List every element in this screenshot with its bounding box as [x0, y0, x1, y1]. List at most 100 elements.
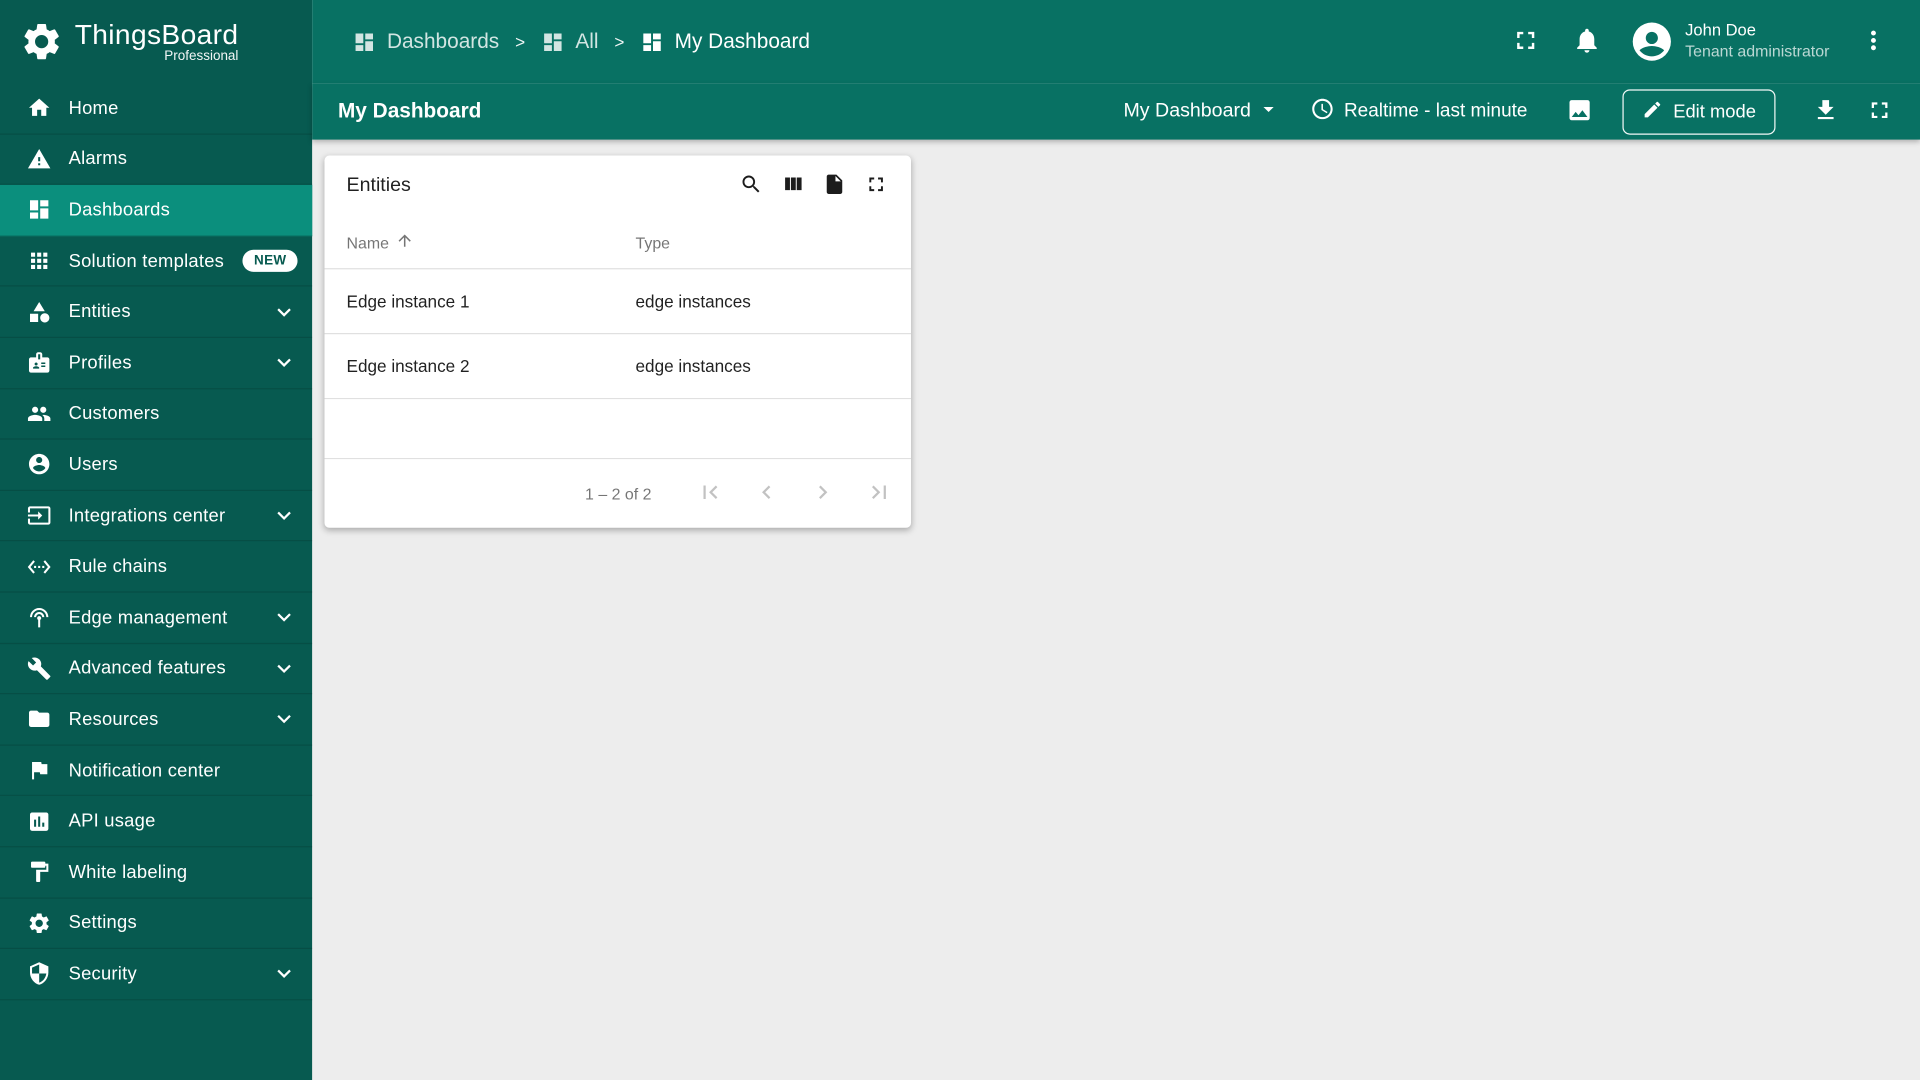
- app-subtitle: Professional: [164, 49, 239, 64]
- sidebar-item-alarms[interactable]: Alarms: [0, 134, 313, 186]
- main-area: Dashboards > All > My Dashboard John Doe…: [312, 0, 1920, 1080]
- dashboards-icon: [640, 30, 663, 53]
- nav-label: Resources: [68, 708, 159, 730]
- chevron-down-icon: [271, 298, 298, 325]
- sidebar-item-solution-templates[interactable]: Solution templates NEW: [0, 236, 313, 287]
- crumb-label: My Dashboard: [674, 29, 811, 53]
- sidebar: ThingsBoard Professional Home Alarms Das…: [0, 0, 313, 1080]
- fullscreen-button[interactable]: [1501, 17, 1550, 66]
- user-name: John Doe: [1685, 21, 1756, 40]
- edit-mode-label: Edit mode: [1673, 101, 1756, 122]
- sidebar-nav: Home Alarms Dashboards Solution template…: [0, 83, 313, 1080]
- nav-label: Alarms: [68, 148, 128, 170]
- column-header-type[interactable]: Type: [636, 233, 889, 251]
- sidebar-item-home[interactable]: Home: [0, 83, 313, 135]
- sidebar-item-white-labeling[interactable]: White labeling: [0, 847, 313, 899]
- first-page-button[interactable]: [686, 469, 735, 518]
- sidebar-item-security[interactable]: Security: [0, 949, 313, 1001]
- columns-button[interactable]: [774, 168, 811, 205]
- nav-label: Home: [68, 97, 119, 119]
- nav-label: Dashboards: [68, 199, 171, 221]
- flag-icon: [27, 758, 51, 782]
- cell-name: Edge instance 2: [346, 356, 470, 376]
- antenna-icon: [27, 605, 51, 629]
- nav-label: Notification center: [68, 759, 221, 781]
- sidebar-item-rule-chains[interactable]: Rule chains: [0, 542, 313, 593]
- sidebar-item-integrations-center[interactable]: Integrations center: [0, 491, 313, 542]
- sidebar-item-settings[interactable]: Settings: [0, 898, 313, 950]
- download-button[interactable]: [1805, 91, 1847, 133]
- nav-label: Users: [68, 454, 118, 476]
- edit-mode-button[interactable]: Edit mode: [1623, 88, 1776, 135]
- more-menu-button[interactable]: [1849, 17, 1898, 66]
- table-row-empty: [324, 399, 912, 460]
- column-header-name[interactable]: Name: [347, 231, 636, 253]
- sidebar-item-notification-center[interactable]: Notification center: [0, 745, 313, 797]
- dashboard-content: Entities Name Type Edge instance 1 edge …: [312, 139, 1920, 1080]
- crumb-label: Dashboards: [386, 29, 500, 53]
- columns-icon: [781, 173, 804, 200]
- previous-page-button[interactable]: [742, 469, 791, 518]
- chevron-down-icon: [271, 655, 298, 682]
- sidebar-item-users[interactable]: Users: [0, 440, 313, 491]
- nav-label: Customers: [68, 403, 160, 425]
- home-icon: [27, 96, 51, 120]
- nav-label: Settings: [68, 912, 137, 934]
- next-page-button[interactable]: [798, 469, 847, 518]
- table-row[interactable]: Edge instance 2 edge instances: [324, 334, 912, 400]
- user-role: Tenant administrator: [1685, 42, 1830, 61]
- chevron-right-icon: [809, 478, 836, 509]
- table-row[interactable]: Edge instance 1 edge instances: [324, 269, 912, 335]
- sidebar-item-entities[interactable]: Entities: [0, 287, 313, 338]
- nav-label: Profiles: [68, 352, 132, 374]
- user-info: John Doe Tenant administrator: [1685, 21, 1829, 62]
- sidebar-item-resources[interactable]: Resources: [0, 694, 313, 746]
- dashboard-image-button[interactable]: [1559, 91, 1601, 133]
- notifications-button[interactable]: [1563, 17, 1612, 66]
- last-page-button[interactable]: [855, 469, 904, 518]
- sidebar-item-profiles[interactable]: Profiles: [0, 338, 313, 389]
- breadcrumb-all[interactable]: All: [541, 29, 598, 53]
- sidebar-item-api-usage[interactable]: API usage: [0, 796, 313, 848]
- export-button[interactable]: [816, 168, 853, 205]
- pencil-icon: [1643, 99, 1664, 125]
- dashboard-fullscreen-button[interactable]: [1859, 91, 1901, 133]
- first-page-icon: [697, 478, 724, 509]
- app-title: ThingsBoard: [74, 18, 239, 51]
- breadcrumb-separator: >: [515, 31, 526, 52]
- chevron-down-icon: [271, 502, 298, 529]
- table-header-row: Name Type: [324, 217, 912, 270]
- thingsboard-logo-icon: [20, 20, 64, 64]
- cell-type: edge instances: [635, 291, 751, 312]
- breadcrumb-my-dashboard[interactable]: My Dashboard: [640, 29, 810, 53]
- widget-header: Entities: [324, 156, 911, 217]
- sidebar-item-customers[interactable]: Customers: [0, 389, 313, 440]
- nav-label: Integrations center: [68, 505, 226, 526]
- last-page-icon: [866, 478, 893, 509]
- widget-fullscreen-button[interactable]: [857, 168, 894, 205]
- fullscreen-icon: [864, 173, 887, 200]
- app-logo[interactable]: ThingsBoard Professional: [0, 0, 312, 83]
- warning-icon: [27, 147, 51, 171]
- search-button[interactable]: [732, 168, 769, 205]
- avatar: [1631, 21, 1673, 63]
- dashboard-selector[interactable]: My Dashboard: [1123, 96, 1280, 127]
- dashboard-toolbar-actions: My Dashboard Realtime - last minute Edit…: [1123, 88, 1901, 135]
- breadcrumb-dashboards[interactable]: Dashboards: [353, 29, 500, 53]
- image-icon: [1567, 96, 1594, 127]
- integration-icon: [27, 503, 51, 527]
- page-range-label: 1 – 2 of 2: [585, 484, 652, 503]
- sidebar-item-advanced-features[interactable]: Advanced features: [0, 644, 313, 695]
- sidebar-item-edge-management[interactable]: Edge management: [0, 593, 313, 644]
- clock-icon: [1310, 96, 1334, 127]
- timewindow-button[interactable]: Realtime - last minute: [1310, 96, 1527, 127]
- badge-icon: [27, 351, 51, 375]
- download-icon: [1812, 96, 1839, 127]
- nav-label: Entities: [68, 301, 131, 323]
- user-menu[interactable]: John Doe Tenant administrator: [1631, 21, 1829, 63]
- dashboards-icon: [541, 30, 564, 53]
- dashboard-toolbar: My Dashboard My Dashboard Realtime - las…: [312, 83, 1920, 140]
- topbar: Dashboards > All > My Dashboard John Doe…: [312, 0, 1920, 84]
- search-icon: [739, 173, 762, 200]
- sidebar-item-dashboards[interactable]: Dashboards: [0, 185, 313, 237]
